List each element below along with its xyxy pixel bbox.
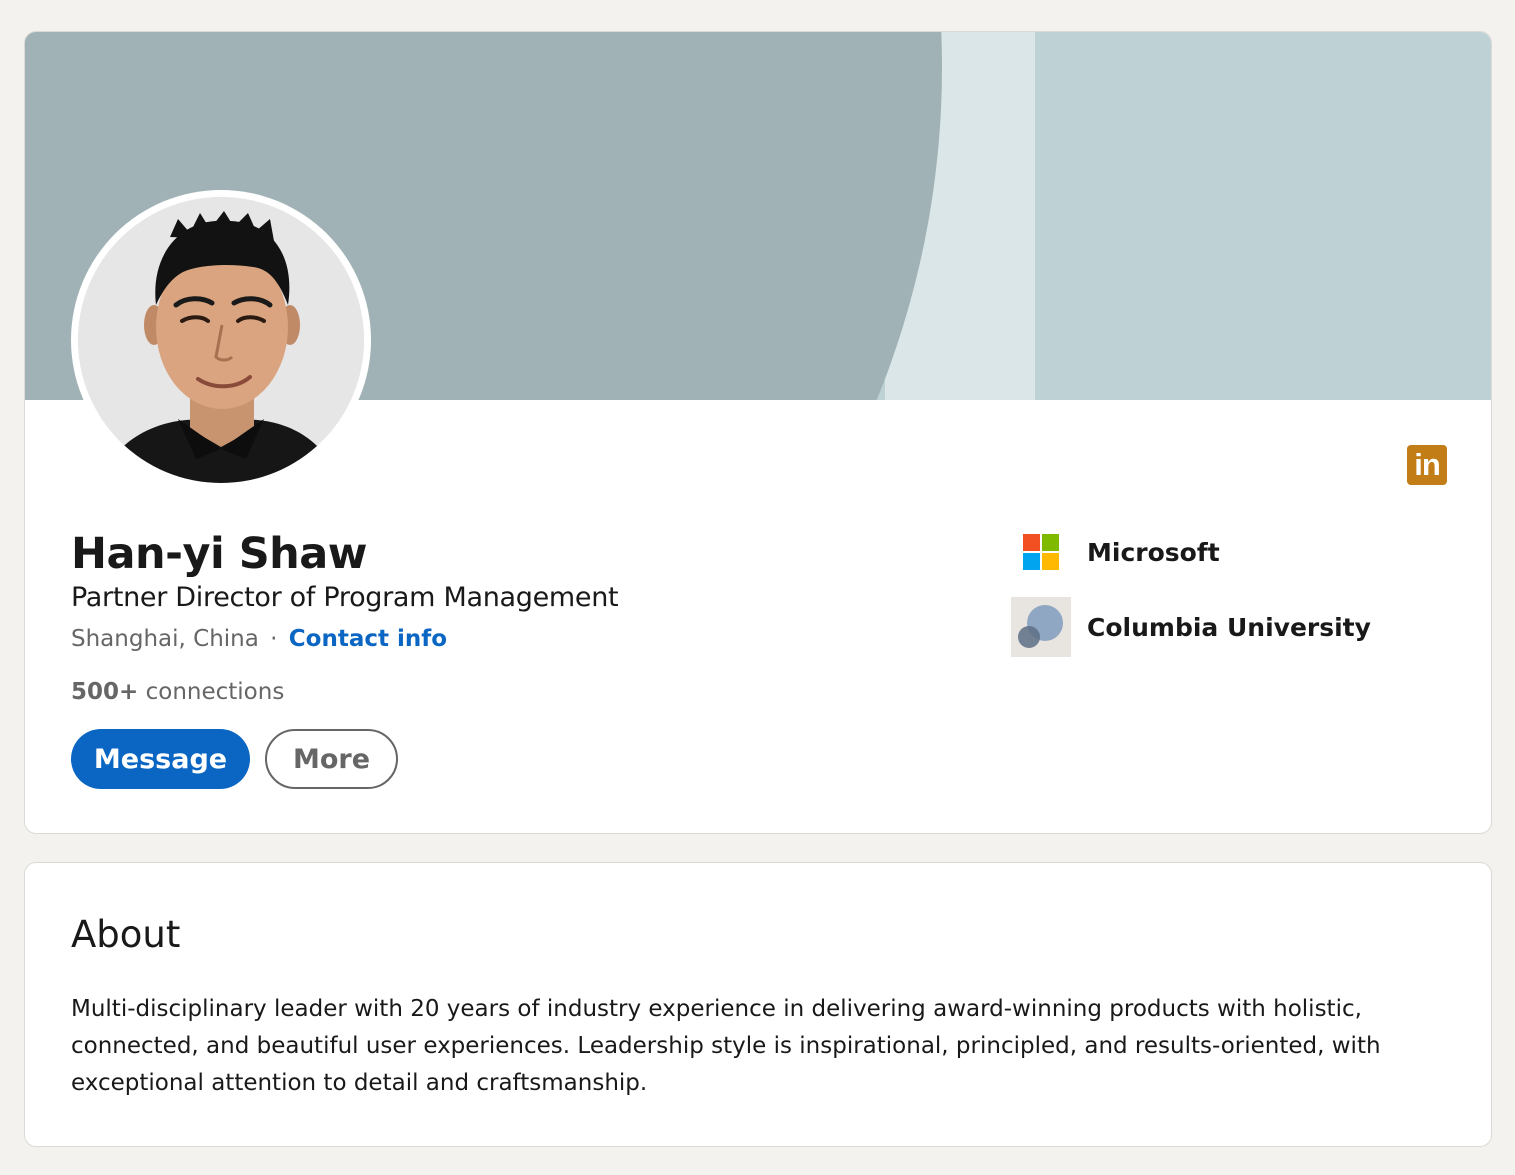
profile-photo-icon: [78, 197, 364, 483]
about-title: About: [71, 913, 181, 956]
profile-headline: Partner Director of Program Management: [71, 582, 619, 613]
org-columbia-university[interactable]: Columbia University: [1011, 597, 1371, 657]
profile-card: in Han-yi Shaw Partner Director of Progr…: [24, 31, 1492, 834]
avatar[interactable]: [71, 190, 371, 490]
contact-info-link[interactable]: Contact info: [289, 626, 447, 652]
microsoft-logo-icon: [1011, 522, 1071, 582]
about-text: Multi-disciplinary leader with 20 years …: [71, 996, 1381, 1096]
columbia-university-logo-icon: [1011, 597, 1071, 657]
org-microsoft[interactable]: Microsoft: [1011, 522, 1220, 582]
about-card: About Multi-disciplinary leader with 20 …: [24, 862, 1492, 1147]
org-name: Microsoft: [1087, 537, 1220, 567]
connections-count: 500+: [71, 679, 139, 705]
message-button[interactable]: Message: [71, 729, 250, 789]
location-line: Shanghai, China · Contact info: [71, 626, 447, 652]
profile-name: Han-yi Shaw: [71, 529, 368, 579]
connections[interactable]: 500+ connections: [71, 679, 284, 705]
page-top-strip: [0, 0, 1515, 6]
org-name: Columbia University: [1087, 612, 1371, 642]
connections-label: connections: [145, 679, 285, 705]
more-button[interactable]: More: [265, 729, 398, 789]
linkedin-badge-icon[interactable]: in: [1407, 445, 1447, 485]
separator: ·: [270, 626, 278, 652]
profile-location: Shanghai, China: [71, 626, 259, 652]
